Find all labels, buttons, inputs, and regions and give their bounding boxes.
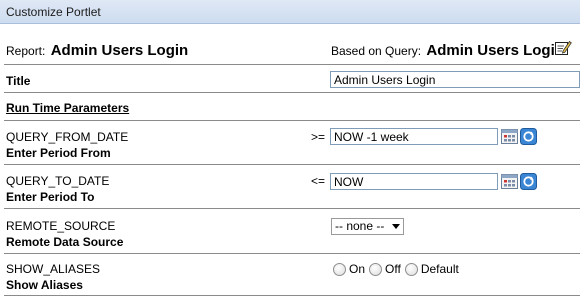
based-on-label: Based on Query:: [331, 44, 422, 58]
param-desc-query-from-date: Enter Period From: [6, 146, 111, 160]
query-name: Admin Users Login: [426, 42, 564, 59]
divider: [4, 164, 580, 165]
report-label: Report:: [6, 44, 46, 58]
radio-button[interactable]: [333, 262, 346, 276]
report-info: Report: Admin Users Login: [6, 42, 188, 59]
remote-source-select[interactable]: -- none --: [331, 218, 404, 235]
radio-label-on: On: [349, 262, 366, 276]
divider: [4, 208, 580, 209]
operator-query-from-date: >=: [311, 130, 326, 144]
param-desc-show-aliases: Show Aliases: [6, 278, 83, 292]
operator-query-to-date: <=: [311, 174, 326, 188]
divider: [4, 295, 580, 296]
portlet-titlebar: Customize Portlet: [0, 0, 580, 24]
radio-button[interactable]: [404, 262, 418, 276]
param-desc-query-to-date: Enter Period To: [6, 190, 95, 204]
param-desc-remote-source: Remote Data Source: [6, 235, 124, 249]
title-input[interactable]: [330, 71, 580, 88]
radio-option-on[interactable]: On: [333, 262, 365, 276]
title-label: Title: [6, 74, 31, 88]
radio-label-off: Off: [385, 262, 401, 276]
section-heading-run-time-parameters: Run Time Parameters: [6, 101, 130, 115]
radio-button[interactable]: [369, 262, 383, 276]
refresh-arrow-icon[interactable]: [520, 173, 537, 190]
param-name-remote-source: REMOTE_SOURCE: [6, 219, 116, 233]
calendar-icon[interactable]: [501, 129, 518, 144]
divider: [4, 120, 580, 121]
remote-source-selected: -- none --: [335, 219, 385, 233]
param-name-query-from-date: QUERY_FROM_DATE: [6, 130, 129, 144]
calendar-icon[interactable]: [501, 174, 518, 189]
report-name: Admin Users Login: [50, 42, 189, 59]
param-name-show-aliases: SHOW_ALIASES: [6, 262, 101, 276]
divider: [4, 253, 580, 254]
edit-pencil-icon[interactable]: [554, 39, 572, 57]
param-name-query-to-date: QUERY_TO_DATE: [6, 174, 110, 188]
radio-option-off[interactable]: Off: [369, 262, 401, 276]
chevron-down-icon: [392, 224, 400, 229]
radio-option-default[interactable]: Default: [404, 262, 459, 276]
divider: [4, 64, 580, 65]
show-aliases-radio-group: On Off Default: [333, 262, 463, 276]
refresh-arrow-icon[interactable]: [520, 128, 537, 145]
based-on-query: Based on Query: Admin Users Login: [331, 42, 564, 59]
radio-label-default: Default: [420, 262, 459, 276]
query-to-date-input[interactable]: [330, 173, 498, 190]
query-from-date-input[interactable]: [330, 128, 498, 145]
portlet-title: Customize Portlet: [6, 5, 101, 19]
divider: [4, 92, 580, 93]
